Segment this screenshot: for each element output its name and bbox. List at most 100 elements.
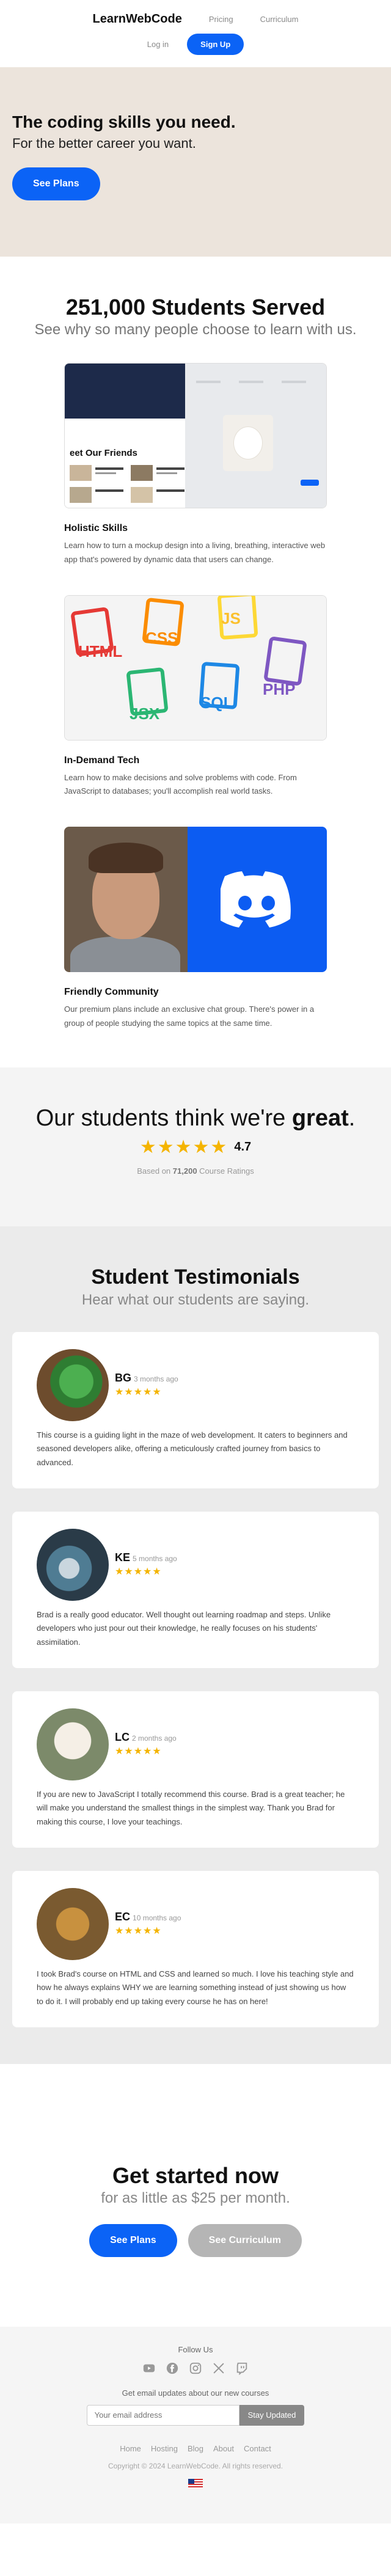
footer-link-home[interactable]: Home — [120, 2444, 141, 2453]
reviewer-initials: BG — [115, 1372, 131, 1384]
mockup-heading: eet Our Friends — [70, 448, 137, 458]
hero-see-plans-button[interactable]: See Plans — [12, 167, 100, 200]
mockup-design-image: eet Our Friends — [64, 363, 327, 508]
site-header: LearnWebCode Pricing Curriculum Log in S… — [0, 0, 391, 67]
testimonial-card: BG 3 months ago ★★★★★ This course is a gu… — [12, 1331, 379, 1488]
lang-jsx: JSX — [130, 704, 160, 723]
testimonial-card: EC 10 months ago ★★★★★ I took Brad's cour… — [12, 1870, 379, 2027]
email-signup-form: Stay Updated — [0, 2404, 391, 2426]
languages-image: HTML CSS JS JSX SQL PHP — [64, 595, 327, 741]
file-icon — [263, 635, 307, 686]
mockup-dark-header — [65, 364, 185, 419]
reviewer-initials: KE — [115, 1551, 131, 1564]
get-started-section: Get started now for as little as $25 per… — [0, 2064, 391, 2327]
avatar — [37, 1348, 109, 1421]
discord-logo-panel — [188, 827, 327, 972]
footer-link-hosting[interactable]: Hosting — [151, 2444, 178, 2453]
star-rating-icon: ★★★★★ — [115, 1926, 162, 1936]
hero-subtitle: For the better career you want. — [12, 136, 196, 151]
feature-holistic-skills: eet Our Friends Holistic Skills Learn ho… — [64, 363, 327, 567]
follow-us-label: Follow Us — [178, 2344, 213, 2354]
testimonial-text: This course is a guiding light in the ma… — [37, 1430, 348, 1468]
feature-text: Learn how to turn a mockup design into a… — [64, 541, 326, 564]
rating-note: Based on 71,200 Course Ratings — [137, 1166, 254, 1176]
lang-html: HTML — [78, 642, 123, 660]
avatar — [37, 1708, 109, 1780]
rating-title: Our students think we're great. — [35, 1105, 356, 1131]
facebook-icon[interactable] — [166, 2362, 179, 2375]
us-flag-icon[interactable] — [188, 2478, 203, 2489]
hero-title: The coding skills you need. — [12, 112, 236, 131]
cta-title: Get started now — [112, 2162, 279, 2188]
site-logo[interactable]: LearnWebCode — [93, 12, 182, 26]
reviewer-initials: LC — [115, 1731, 130, 1743]
copyright-text: Copyright © 2024 LearnWebCode. All right… — [108, 2461, 283, 2470]
social-links — [0, 2362, 391, 2375]
footer-link-about[interactable]: About — [213, 2444, 234, 2453]
served-title: 251,000 Students Served — [65, 295, 326, 320]
feature-text: Our premium plans include an exclusive c… — [64, 1004, 315, 1028]
avatar — [37, 1887, 109, 1960]
review-date: 5 months ago — [133, 1554, 177, 1563]
email-input[interactable] — [86, 2404, 239, 2426]
x-icon[interactable] — [212, 2362, 225, 2375]
testimonials-subtitle: Hear what our students are saying. — [81, 1291, 310, 1308]
testimonial-text: I took Brad's course on HTML and CSS and… — [37, 1969, 354, 2007]
site-footer: Follow Us Get email updates about our ne… — [0, 2326, 391, 2523]
dog-photo-icon — [222, 415, 273, 471]
rating-row: ★★★★★ 4.7 — [0, 1136, 391, 1158]
cta-buttons: See Plans See Curriculum — [0, 2223, 391, 2257]
feature-title: Holistic Skills — [64, 523, 128, 533]
review-date: 2 months ago — [132, 1734, 177, 1743]
nav-link-curriculum[interactable]: Curriculum — [260, 15, 299, 24]
feature-in-demand-tech: HTML CSS JS JSX SQL PHP In-Demand Tech L… — [64, 595, 327, 799]
instructor-photo — [64, 827, 188, 972]
footer-link-blog[interactable]: Blog — [188, 2444, 203, 2453]
testimonials-section: Student Testimonials Hear what our stude… — [0, 1226, 391, 2064]
students-served-section: 251,000 Students Served See why so many … — [0, 257, 391, 1067]
star-rating-icon: ★★★★★ — [115, 1387, 162, 1397]
discord-icon — [221, 871, 291, 928]
signup-button[interactable]: Sign Up — [187, 34, 244, 55]
footer-links: Home Hosting Blog About Contact — [0, 2444, 391, 2453]
lang-php: PHP — [263, 679, 296, 698]
cta-subtitle: for as little as $25 per month. — [101, 2189, 290, 2206]
nav-row: LearnWebCode Pricing Curriculum — [93, 12, 299, 26]
review-date: 10 months ago — [133, 1914, 181, 1922]
testimonial-text: If you are new to JavaScript I totally r… — [37, 1789, 345, 1827]
feature-title: Friendly Community — [64, 987, 159, 997]
mockup-cards — [70, 465, 185, 503]
rating-value: 4.7 — [234, 1140, 252, 1154]
feature-text: Learn how to make decisions and solve pr… — [64, 772, 297, 796]
reviewer-initials: EC — [115, 1911, 131, 1923]
twitch-icon[interactable] — [235, 2362, 249, 2375]
footer-link-contact[interactable]: Contact — [244, 2444, 271, 2453]
rating-section: Our students think we're great. ★★★★★ 4.… — [0, 1067, 391, 1226]
stay-updated-button[interactable]: Stay Updated — [239, 2404, 305, 2426]
avatar — [37, 1528, 109, 1601]
email-updates-label: Get email updates about our new courses — [122, 2388, 269, 2398]
instagram-icon[interactable] — [189, 2362, 202, 2375]
community-image — [64, 827, 327, 972]
testimonial-card: KE 5 months ago ★★★★★ Brad is a really go… — [12, 1511, 379, 1668]
hero-section: The coding skills you need. For the bett… — [0, 67, 391, 257]
lang-css: CSS — [145, 628, 178, 647]
lang-js: JS — [221, 609, 241, 628]
login-link[interactable]: Log in — [147, 40, 169, 49]
star-rating-icon: ★★★★★ — [139, 1136, 228, 1157]
served-subtitle: See why so many people choose to learn w… — [34, 321, 357, 338]
lang-sql: SQL — [200, 693, 233, 712]
testimonials-title: Student Testimonials — [91, 1265, 300, 1289]
youtube-icon[interactable] — [142, 2362, 156, 2375]
testimonial-text: Brad is a really good educator. Well tho… — [37, 1609, 331, 1647]
testimonial-card: LC 2 months ago ★★★★★ If you are new to J… — [12, 1691, 379, 1848]
feature-title: In-Demand Tech — [64, 755, 140, 766]
star-rating-icon: ★★★★★ — [115, 1746, 162, 1757]
star-rating-icon: ★★★★★ — [115, 1567, 162, 1577]
auth-row: Log in Sign Up — [147, 34, 244, 55]
feature-friendly-community: Friendly Community Our premium plans inc… — [64, 827, 327, 1031]
see-curriculum-button[interactable]: See Curriculum — [188, 2223, 302, 2257]
nav-link-pricing[interactable]: Pricing — [209, 15, 233, 24]
review-date: 3 months ago — [134, 1375, 178, 1383]
see-plans-button[interactable]: See Plans — [89, 2223, 177, 2257]
